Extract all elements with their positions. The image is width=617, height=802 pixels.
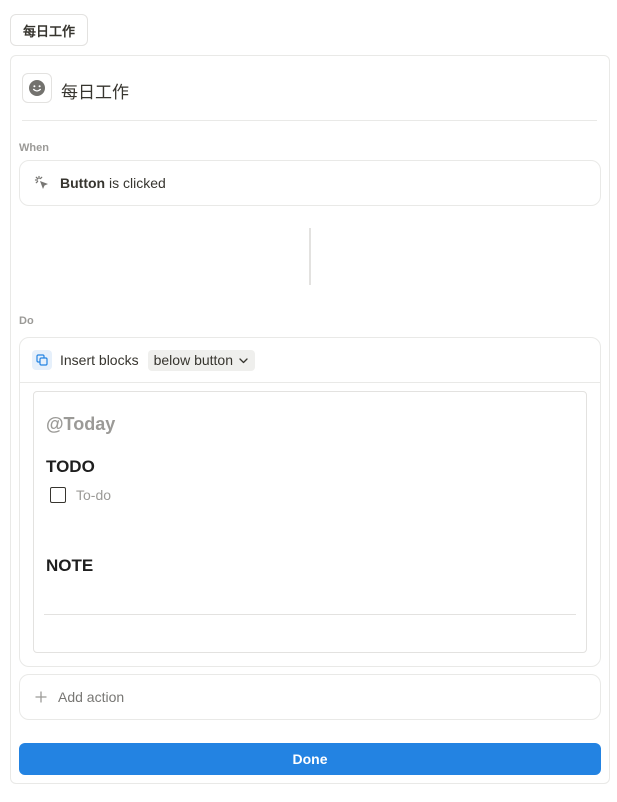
todo-heading[interactable]: TODO xyxy=(46,457,95,477)
todo-item: To-do xyxy=(50,487,111,503)
click-cursor-icon xyxy=(34,175,48,189)
chevron-down-icon xyxy=(239,357,248,363)
insert-position-dropdown[interactable]: below button xyxy=(147,349,255,371)
action-label: Insert blocks xyxy=(60,352,139,368)
when-section-label: When xyxy=(19,142,49,154)
trigger-card[interactable]: Button is clicked xyxy=(19,160,601,206)
trigger-text: Button is clicked xyxy=(60,175,166,191)
today-mention[interactable]: @Today xyxy=(46,414,115,435)
do-section-label: Do xyxy=(19,315,34,327)
trigger-rest: is clicked xyxy=(105,175,166,191)
smiley-face-icon xyxy=(29,80,45,96)
plus-icon xyxy=(35,691,47,703)
automation-panel: 每日工作 When Button is clicked Do Insert bl… xyxy=(10,55,610,784)
emoji-picker-button[interactable] xyxy=(22,73,52,103)
automation-name-label: 每日工作 xyxy=(23,24,76,40)
trigger-bold: Button xyxy=(60,175,106,191)
automation-title[interactable]: 每日工作 xyxy=(61,78,129,103)
add-action-button[interactable]: Add action xyxy=(19,674,601,720)
action-header: Insert blocks below button xyxy=(20,338,600,383)
note-heading[interactable]: NOTE xyxy=(46,556,93,576)
copy-blocks-icon xyxy=(32,350,52,370)
automation-header: 每日工作 xyxy=(22,73,597,121)
divider-block xyxy=(44,614,576,615)
add-action-label: Add action xyxy=(58,689,125,705)
block-template-editor[interactable]: @Today TODO To-do NOTE xyxy=(33,391,587,653)
automation-name-pill[interactable]: 每日工作 xyxy=(10,14,89,46)
todo-checkbox[interactable] xyxy=(50,487,66,503)
done-button[interactable]: Done xyxy=(19,743,601,775)
todo-placeholder[interactable]: To-do xyxy=(76,487,111,503)
flow-connector xyxy=(309,228,311,285)
action-card: Insert blocks below button @Today TODO T… xyxy=(19,337,601,667)
insert-position-value: below button xyxy=(153,352,233,368)
